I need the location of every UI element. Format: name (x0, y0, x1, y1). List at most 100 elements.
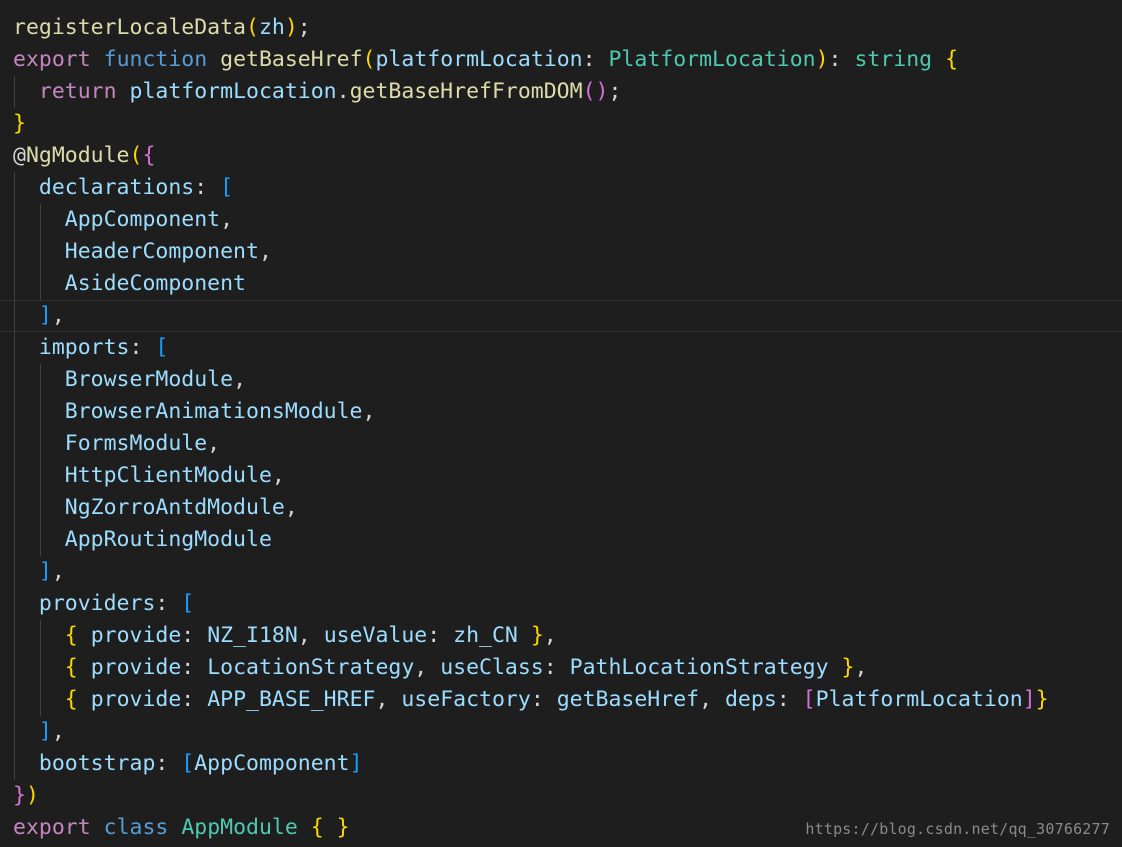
code-token: ( (362, 47, 376, 72)
code-token: , (284, 495, 298, 520)
code-token: AsideComponent (64, 271, 246, 296)
indent-guide (40, 204, 41, 236)
code-token: , (699, 687, 725, 712)
indent-guide (14, 236, 15, 268)
code-token: imports (38, 335, 130, 360)
indent-guide (14, 620, 15, 652)
code-line[interactable]: return platformLocation.getBaseHrefFromD… (0, 76, 1122, 108)
code-line[interactable]: @NgModule({ (0, 140, 1122, 172)
code-token: AppComponent (194, 751, 350, 776)
code-token: ; (297, 15, 311, 40)
code-token: } (841, 655, 855, 680)
code-token: { (142, 143, 156, 168)
code-line[interactable]: }) (0, 780, 1122, 812)
code-token: BrowserModule (64, 367, 234, 392)
indent-guide (40, 620, 41, 652)
code-token: { (310, 815, 324, 840)
code-token: PlatformLocation (608, 47, 816, 72)
code-token: NgZorroAntdModule (64, 495, 285, 520)
code-line[interactable]: FormsModule, (0, 428, 1122, 460)
code-token: provide (90, 655, 182, 680)
code-token: deps (724, 687, 777, 712)
indent-guide (40, 364, 41, 396)
code-token: . (336, 79, 350, 104)
code-token: ] (38, 559, 52, 584)
code-token: , (220, 207, 234, 232)
code-token: providers (38, 591, 156, 616)
indent-guide (40, 428, 41, 460)
indent-guide (14, 460, 15, 492)
code-token: , (51, 719, 65, 744)
code-token: { (64, 623, 78, 648)
indent-guide (14, 524, 15, 556)
code-line[interactable]: providers: [ (0, 588, 1122, 620)
code-token: bootstrap (38, 751, 156, 776)
code-line[interactable]: AppComponent, (0, 204, 1122, 236)
indent-guide (14, 652, 15, 684)
indent-guide (40, 236, 41, 268)
code-token: : (181, 655, 208, 680)
code-token: : (129, 335, 156, 360)
code-token: { (64, 655, 78, 680)
code-line[interactable]: NgZorroAntdModule, (0, 492, 1122, 524)
code-token: getBaseHrefFromDOM (349, 79, 583, 104)
code-line[interactable]: ], (0, 556, 1122, 588)
code-token: getBaseHref (220, 47, 363, 72)
code-token: ) (595, 79, 609, 104)
indent-guide (14, 300, 15, 332)
code-token: [ (155, 335, 169, 360)
code-token: { (64, 687, 78, 712)
code-token: NgModule (25, 143, 130, 168)
code-token: platformLocation (375, 47, 583, 72)
code-token: ] (38, 303, 52, 328)
code-line[interactable]: imports: [ (0, 332, 1122, 364)
indent-guide (14, 396, 15, 428)
code-token: { (945, 47, 959, 72)
code-token: function (103, 47, 208, 72)
code-line[interactable]: registerLocaleData(zh); (0, 12, 1122, 44)
code-line[interactable]: AppRoutingModule (0, 524, 1122, 556)
code-token: , (362, 399, 376, 424)
indent-guide (14, 492, 15, 524)
indent-guide (14, 748, 15, 780)
indent-guide (14, 364, 15, 396)
code-line[interactable]: declarations: [ (0, 172, 1122, 204)
code-line[interactable]: } (0, 108, 1122, 140)
code-token: , (414, 655, 441, 680)
indent-guide (40, 652, 41, 684)
code-token: } (336, 815, 350, 840)
code-line[interactable]: ], (0, 300, 1122, 332)
code-token: [ (181, 591, 195, 616)
code-line[interactable]: BrowserModule, (0, 364, 1122, 396)
code-line[interactable]: { provide: NZ_I18N, useValue: zh_CN }, (0, 620, 1122, 652)
code-line[interactable]: { provide: APP_BASE_HREF, useFactory: ge… (0, 684, 1122, 716)
code-line[interactable]: bootstrap: [AppComponent] (0, 748, 1122, 780)
indent-guide (14, 556, 15, 588)
code-line[interactable]: HttpClientModule, (0, 460, 1122, 492)
code-line[interactable]: ], (0, 716, 1122, 748)
code-line[interactable]: { provide: LocationStrategy, useClass: P… (0, 652, 1122, 684)
code-line[interactable]: BrowserAnimationsModule, (0, 396, 1122, 428)
code-token: class (103, 815, 169, 840)
indent-guide (14, 428, 15, 460)
code-token: platformLocation (129, 79, 337, 104)
code-token: BrowserAnimationsModule (64, 399, 363, 424)
code-token: export (13, 815, 91, 840)
code-token: , (854, 655, 868, 680)
code-line[interactable]: AsideComponent (0, 268, 1122, 300)
code-line[interactable]: export function getBaseHref(platformLoca… (0, 44, 1122, 76)
code-editor[interactable]: registerLocaleData(zh); export function g… (0, 0, 1122, 847)
code-token: : (828, 47, 855, 72)
code-line[interactable]: HeaderComponent, (0, 236, 1122, 268)
